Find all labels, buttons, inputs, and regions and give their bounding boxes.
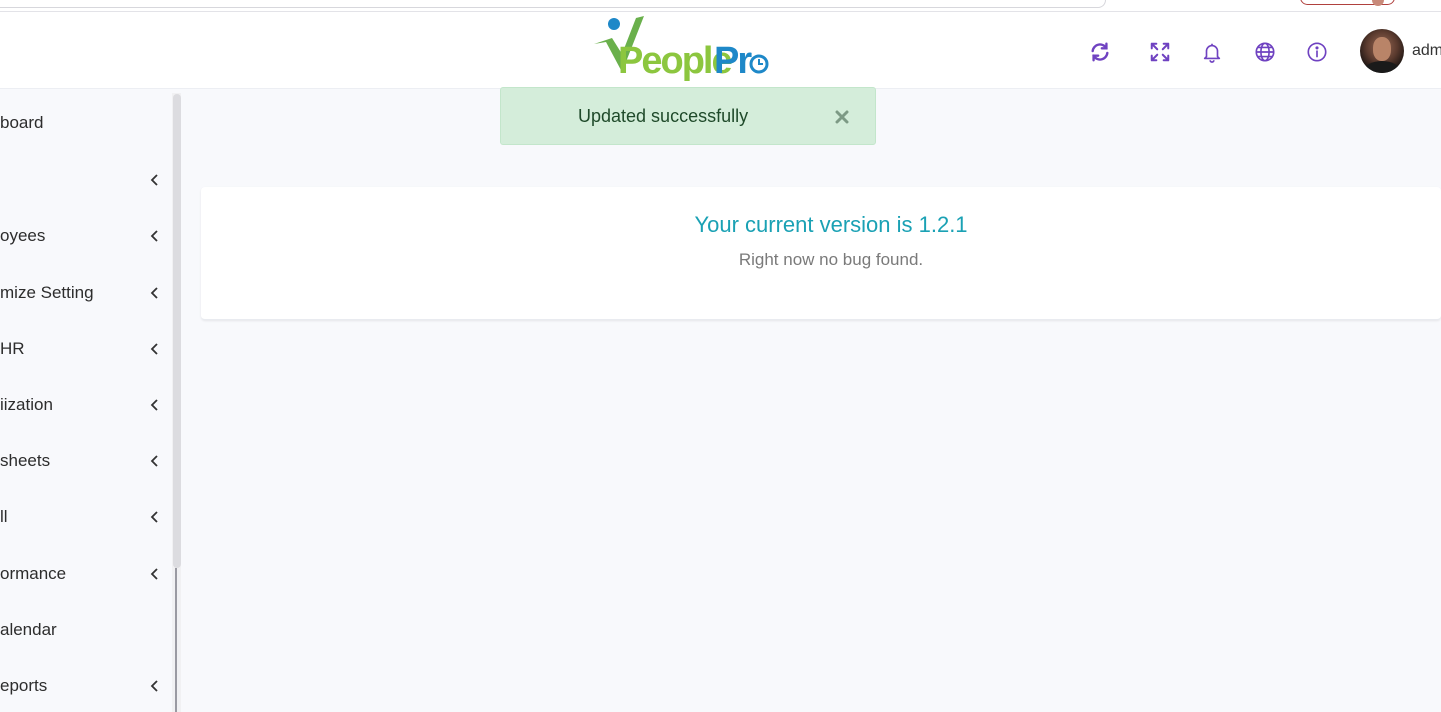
- sidebar-item-label: ormance: [0, 564, 67, 583]
- sidebar-item-label: iization: [0, 395, 53, 414]
- sidebar-item-employees[interactable]: oyees: [0, 216, 170, 256]
- chevron-left-icon: [148, 567, 162, 581]
- bug-status-text: Right now no bug found.: [738, 250, 924, 269]
- sidebar-item-label: mize Setting: [0, 283, 94, 302]
- chevron-left-icon: [148, 342, 162, 356]
- sidebar-item-label: eports: [0, 676, 48, 695]
- sidebar-item-timesheets[interactable]: sheets: [0, 441, 170, 481]
- chevron-left-icon: [148, 286, 162, 300]
- browser-top-strip: [0, 0, 1441, 12]
- chevron-left-icon: [148, 173, 162, 187]
- sidebar-item-label: board: [0, 113, 44, 132]
- sidebar-item-core-hr[interactable]: HR: [0, 329, 170, 369]
- sidebar-item-customize-setting[interactable]: mize Setting: [0, 273, 170, 313]
- close-icon[interactable]: [833, 108, 851, 126]
- peoplepro-logo[interactable]: People Pr: [592, 14, 770, 88]
- sidebar-item-label: oyees: [0, 226, 46, 245]
- sidebar-item-dashboard[interactable]: board: [0, 103, 170, 143]
- sidebar-item-label: ll: [0, 507, 8, 526]
- globe-icon[interactable]: [1253, 40, 1277, 64]
- refresh-icon[interactable]: [1088, 40, 1112, 64]
- sidebar-item-label: HR: [0, 339, 25, 358]
- sidebar-item-organization[interactable]: iization: [0, 385, 170, 425]
- version-card: Your current version is 1.2.1 Right now …: [201, 187, 1441, 320]
- chevron-left-icon: [148, 398, 162, 412]
- sidebar-scroll-indicator: [175, 568, 177, 712]
- sidebar-item-label: sheets: [0, 451, 51, 470]
- success-toast: Updated successfully: [500, 87, 876, 145]
- avatar-shirt: [1364, 61, 1400, 73]
- avatar[interactable]: [1360, 29, 1404, 73]
- address-bar-edge: [0, 0, 1106, 8]
- chevron-left-icon: [148, 229, 162, 243]
- profile-dot: [1372, 0, 1384, 6]
- user-name[interactable]: adm: [1412, 42, 1441, 60]
- sidebar-item-reports[interactable]: eports: [0, 666, 170, 706]
- sidebar-item-user[interactable]: [0, 160, 170, 200]
- sidebar-item-performance[interactable]: ormance: [0, 554, 170, 594]
- sidebar-item-payroll[interactable]: ll: [0, 497, 170, 537]
- logo-pro-text: Pr: [714, 40, 752, 82]
- sidebar-item-label: alendar: [0, 620, 57, 639]
- chevron-left-icon: [148, 679, 162, 693]
- sidebar-item-calendar[interactable]: alendar: [0, 610, 170, 650]
- toast-message: Updated successfully: [578, 106, 749, 126]
- avatar-face: [1373, 37, 1391, 61]
- sidebar: board oyees mize Setting HR iization she…: [0, 89, 178, 712]
- sidebar-scrollbar-thumb[interactable]: [173, 94, 181, 568]
- info-icon[interactable]: [1305, 40, 1329, 64]
- version-text: Your current version is 1.2.1: [694, 212, 968, 237]
- chevron-left-icon: [148, 510, 162, 524]
- chevron-left-icon: [148, 454, 162, 468]
- bell-icon[interactable]: [1200, 40, 1224, 64]
- top-header: People Pr adm: [0, 12, 1441, 89]
- fullscreen-icon[interactable]: [1148, 40, 1172, 64]
